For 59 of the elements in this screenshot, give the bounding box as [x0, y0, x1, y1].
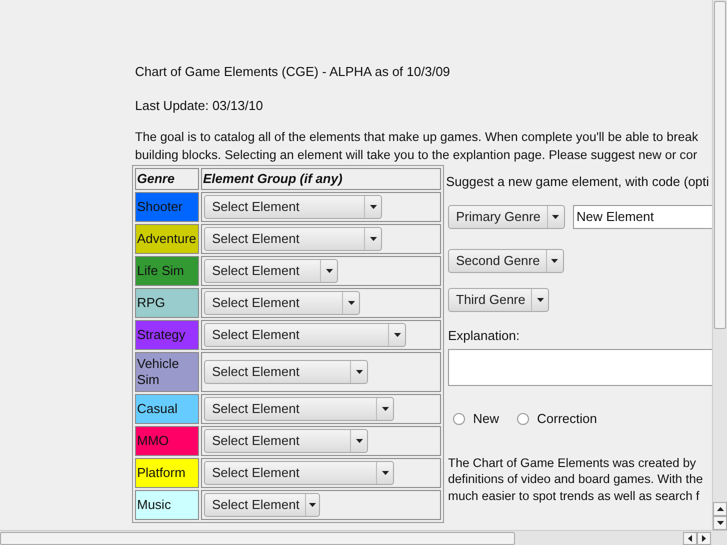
- genre-cell: Life Sim: [135, 256, 199, 286]
- dropdown-select[interactable]: Select Element: [204, 322, 406, 346]
- dropdown-select[interactable]: Select Element: [204, 226, 382, 250]
- radio-label: Correction: [537, 410, 597, 428]
- caret-icon: [309, 502, 316, 506]
- radio-label: New: [473, 410, 500, 428]
- intro-text: building blocks. Selecting an element will take you to the explantion page. Please suggest new or cor: [135, 147, 698, 164]
- radio-button[interactable]: [517, 412, 530, 425]
- genre-cell: Casual: [135, 394, 199, 424]
- about-text: much easier to spot trends as well as search f: [448, 488, 700, 504]
- dropdown-select[interactable]: Select Element: [204, 428, 368, 452]
- page-title: Chart of Game Elements (CGE) - ALPHA as of 10/3/09: [135, 63, 452, 81]
- caret-icon: [382, 406, 388, 410]
- vertical-scrollbar[interactable]: [712, 0, 727, 530]
- about-text: definitions of video and board games. With the: [448, 471, 704, 488]
- right-arrow-icon[interactable]: [702, 534, 706, 542]
- caret-icon: [356, 370, 362, 374]
- caret-icon: [552, 214, 560, 218]
- suggest-heading: Suggest a new game element, with code (opti: [446, 173, 710, 191]
- element-input[interactable]: New Element: [572, 204, 712, 228]
- genre-cell: MMO: [135, 426, 199, 456]
- genre-cell: RPG: [135, 288, 199, 318]
- dropdown-select[interactable]: Select Element: [204, 460, 394, 484]
- about-text: The Chart of Game Elements was created by: [448, 454, 697, 471]
- genre-cell: Platform: [135, 458, 199, 488]
- up-arrow-icon[interactable]: [716, 507, 724, 511]
- dropdown-select[interactable]: Select Element: [204, 360, 368, 384]
- caret-icon: [326, 268, 332, 272]
- explanation-label: Explanation:: [448, 326, 521, 345]
- horizontal-scrollbar[interactable]: [0, 530, 727, 545]
- caret-icon: [551, 258, 558, 262]
- column-header: Genre: [135, 168, 199, 190]
- dropdown-select[interactable]: Select Element: [204, 258, 338, 282]
- column-header: Element Group (if any): [201, 168, 441, 190]
- caret-icon: [370, 204, 376, 208]
- dropdown-select[interactable]: Primary Genre: [448, 204, 565, 228]
- caret-icon: [536, 298, 544, 302]
- caret-icon: [356, 438, 362, 442]
- genre-cell: Vehicle Sim: [135, 352, 199, 392]
- explanation-field[interactable]: [448, 349, 712, 386]
- left-arrow-icon[interactable]: [688, 534, 692, 542]
- caret-icon: [382, 470, 388, 474]
- dropdown-select[interactable]: Select Element: [204, 194, 382, 218]
- genre-cell: Adventure: [135, 224, 199, 254]
- dropdown-select[interactable]: Third Genre: [448, 288, 550, 312]
- caret-icon: [370, 236, 376, 240]
- caret-icon: [348, 300, 354, 304]
- caret-icon: [716, 521, 724, 525]
- last-update-text: Last Update: 03/13/10: [135, 96, 264, 115]
- genre-cell: Music: [135, 490, 199, 520]
- dropdown-select[interactable]: Select Element: [204, 492, 320, 516]
- dropdown-select[interactable]: Select Element: [204, 396, 394, 420]
- radio-button[interactable]: [453, 412, 465, 425]
- intro-text: The goal is to catalog all of the elements that make up games. When complete you'll be able to break: [135, 129, 700, 146]
- caret-icon: [394, 332, 400, 336]
- genre-cell: Shooter: [135, 192, 199, 222]
- dropdown-select[interactable]: Second Genre: [448, 248, 564, 272]
- dropdown-select[interactable]: Select Element: [204, 290, 360, 314]
- genre-cell: Strategy: [135, 320, 199, 350]
